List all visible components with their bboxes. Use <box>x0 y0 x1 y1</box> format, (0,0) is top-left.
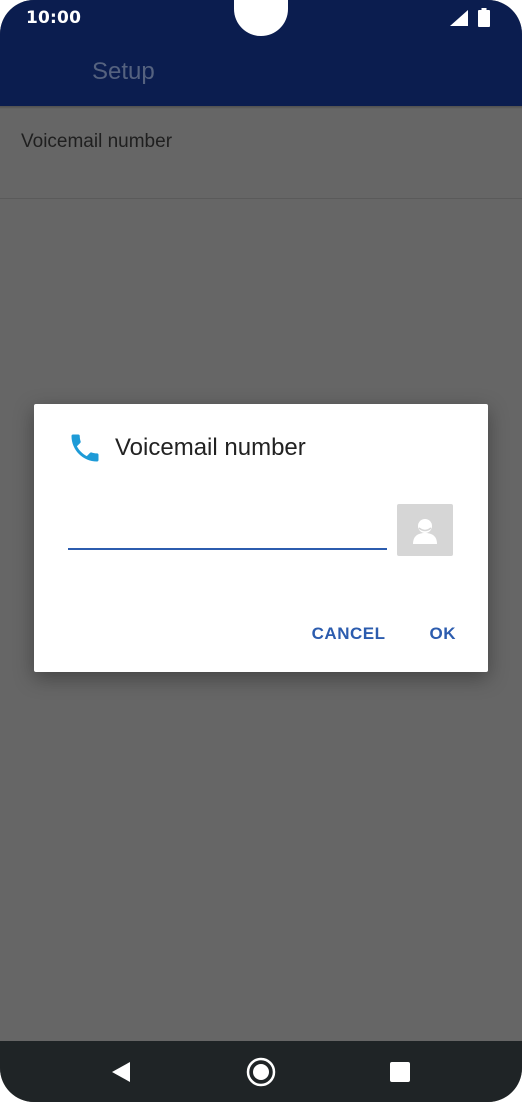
camera-notch <box>234 0 288 36</box>
ok-button[interactable]: OK <box>418 616 469 652</box>
cancel-button[interactable]: CANCEL <box>300 616 398 652</box>
phone-icon <box>71 434 99 462</box>
device-screen: 10:00 Setup Voicemail number Voicemail n… <box>0 0 522 1102</box>
back-icon[interactable] <box>110 1060 132 1084</box>
contact-picker-icon <box>413 519 437 544</box>
dialog-actions: CANCEL OK <box>300 616 468 652</box>
home-icon[interactable] <box>245 1056 277 1088</box>
contact-picker-button[interactable] <box>397 504 453 556</box>
recents-icon[interactable] <box>390 1062 410 1082</box>
pref-item-title: Voicemail number <box>21 131 173 152</box>
battery-icon <box>478 8 490 27</box>
status-time: 10:00 <box>26 8 82 28</box>
status-bar: 10:00 <box>0 0 522 36</box>
voicemail-number-dialog: Voicemail number CANCEL OK <box>34 404 488 672</box>
signal-icon <box>450 10 468 26</box>
pref-item-voicemail-number[interactable]: Voicemail number <box>0 109 522 199</box>
navigation-bar <box>0 1041 522 1102</box>
dialog-title: Voicemail number <box>115 434 306 461</box>
app-bar-title: Setup <box>92 58 155 85</box>
app-bar: Setup <box>0 36 522 106</box>
voicemail-number-input[interactable] <box>68 512 387 550</box>
